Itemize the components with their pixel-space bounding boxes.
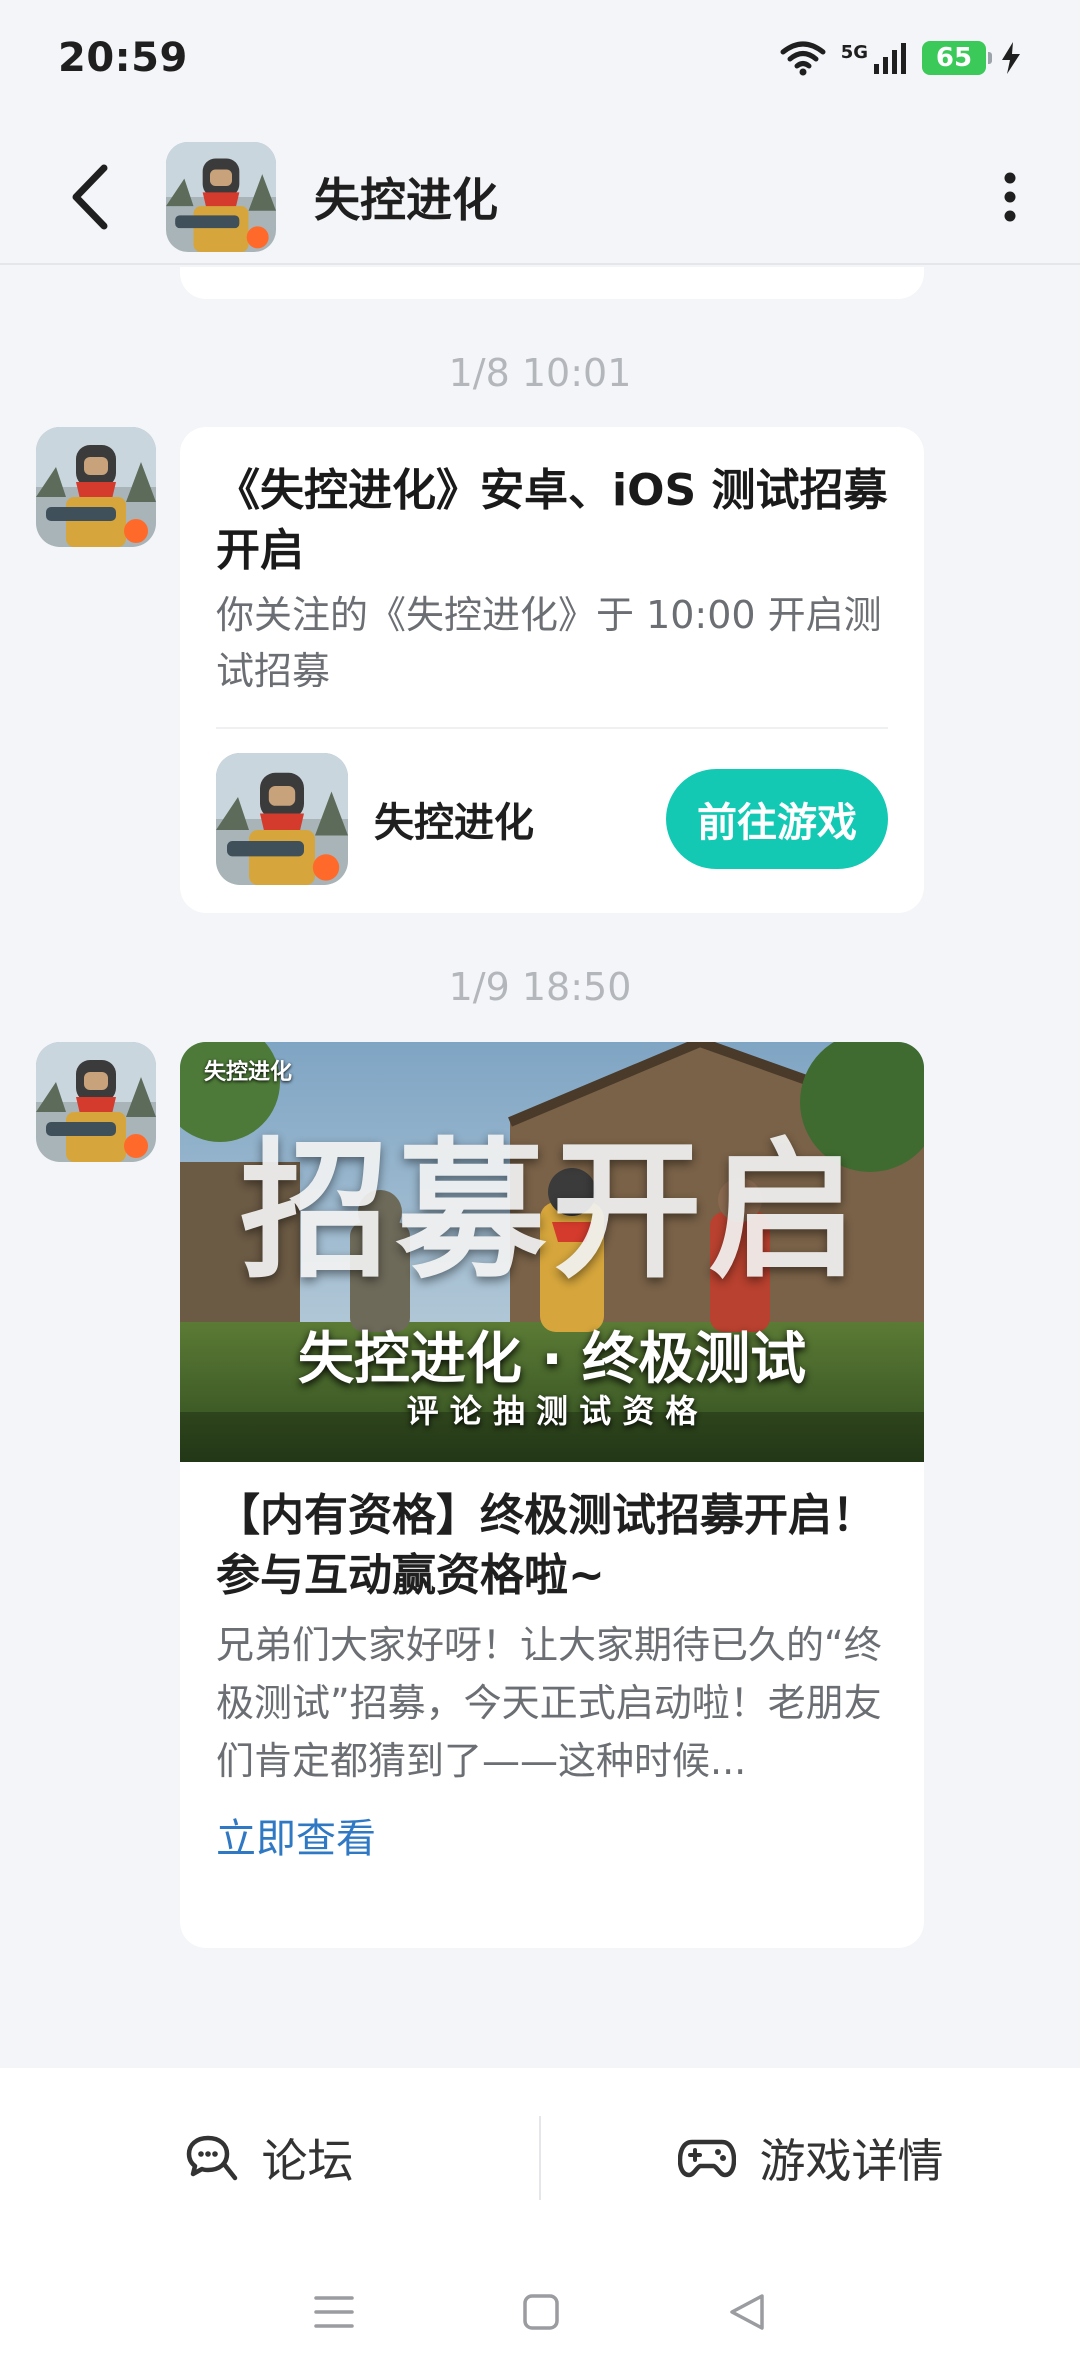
test-recruitment-card[interactable]: 《失控进化》安卓、iOS 测试招募开启 你关注的《失控进化》于 10:00 开启…: [180, 427, 924, 913]
game-character-icon: [216, 753, 348, 885]
banner-subtitle: 失控进化 · 终极测试: [297, 1327, 807, 1392]
chat-bubbles-icon: [186, 2135, 237, 2181]
battery-level: 65: [935, 42, 973, 73]
article-banner[interactable]: 失控进化 招募开启 失控进化 · 终极测试 评 论 抽 测 试 资 格: [180, 1042, 924, 1462]
previous-message-card[interactable]: [180, 267, 924, 299]
more-vertical-icon: [1004, 172, 1016, 221]
game-character-icon: [36, 427, 156, 547]
status-time: 20:59: [58, 34, 188, 81]
game-avatar[interactable]: [166, 141, 276, 252]
message-list[interactable]: 1/8 10:01 《失控进化》安卓、iOS 测试招募开启 你关注的《失控进化》…: [0, 267, 1080, 2067]
back-triangle-icon[interactable]: [728, 2292, 766, 2332]
sender-avatar[interactable]: [36, 427, 156, 547]
card-divider: [216, 727, 888, 729]
article-card[interactable]: 失控进化 招募开启 失控进化 · 终极测试 评 论 抽 测 试 资 格 【内有资…: [180, 1042, 924, 1948]
bottom-action-bar: 论坛 游戏详情: [0, 2068, 1080, 2248]
back-button[interactable]: [40, 147, 140, 247]
game-row: 失控进化 前往游戏: [216, 753, 888, 885]
battery-indicator: 65: [922, 40, 992, 75]
banner-logo: 失控进化: [204, 1060, 293, 1085]
tab-forum-label: 论坛: [261, 2134, 354, 2188]
more-button[interactable]: [970, 147, 1050, 247]
banner-caption: 评 论 抽 测 试 资 格: [406, 1392, 698, 1430]
article-body: 【内有资格】终极测试招募开启！参与互动赢资格啦~ 兄弟们大家好呀！让大家期待已久…: [180, 1462, 924, 1864]
view-now-link[interactable]: 立即查看: [216, 1806, 888, 1864]
article-excerpt: 兄弟们大家好呀！让大家期待已久的“终极测试”招募，今天正式启动啦！老朋友们肯定都…: [216, 1623, 882, 1783]
status-icons: 5G 65: [779, 40, 1022, 76]
home-icon[interactable]: [522, 2293, 560, 2331]
go-to-game-button[interactable]: 前往游戏: [666, 769, 888, 869]
signal-icon: [874, 42, 906, 74]
tab-game-details-label: 游戏详情: [759, 2134, 944, 2188]
timestamp-separator: 1/8 10:01: [448, 351, 632, 395]
menu-icon[interactable]: [314, 2294, 354, 2330]
network-label: 5G: [840, 41, 868, 63]
game-name: 失控进化: [374, 800, 534, 846]
game-icon[interactable]: [216, 753, 348, 885]
page-title: 失控进化: [314, 172, 498, 227]
wifi-icon: [780, 41, 826, 75]
article-title: 【内有资格】终极测试招募开启！参与互动赢资格啦~: [216, 1490, 876, 1601]
timestamp-separator: 1/9 18:50: [448, 965, 632, 1009]
game-character-icon: [166, 141, 276, 252]
system-nav-bar: [0, 2248, 1080, 2376]
top-nav: 失控进化: [0, 130, 1080, 265]
charging-icon: [1002, 41, 1020, 74]
gamepad-icon: [677, 2139, 736, 2178]
sender-avatar[interactable]: [36, 1042, 156, 1162]
game-character-icon: [36, 1042, 156, 1162]
status-bar: 20:59 5G 65: [0, 0, 1080, 115]
chevron-left-icon: [72, 164, 108, 229]
tab-game-details[interactable]: 游戏详情: [541, 2125, 1080, 2191]
banner-headline: 招募开启: [239, 1125, 864, 1299]
tab-forum[interactable]: 论坛: [0, 2125, 539, 2191]
message-description: 你关注的《失控进化》于 10:00 开启测试招募: [216, 593, 882, 693]
message-title: 《失控进化》安卓、iOS 测试招募开启: [216, 465, 888, 576]
